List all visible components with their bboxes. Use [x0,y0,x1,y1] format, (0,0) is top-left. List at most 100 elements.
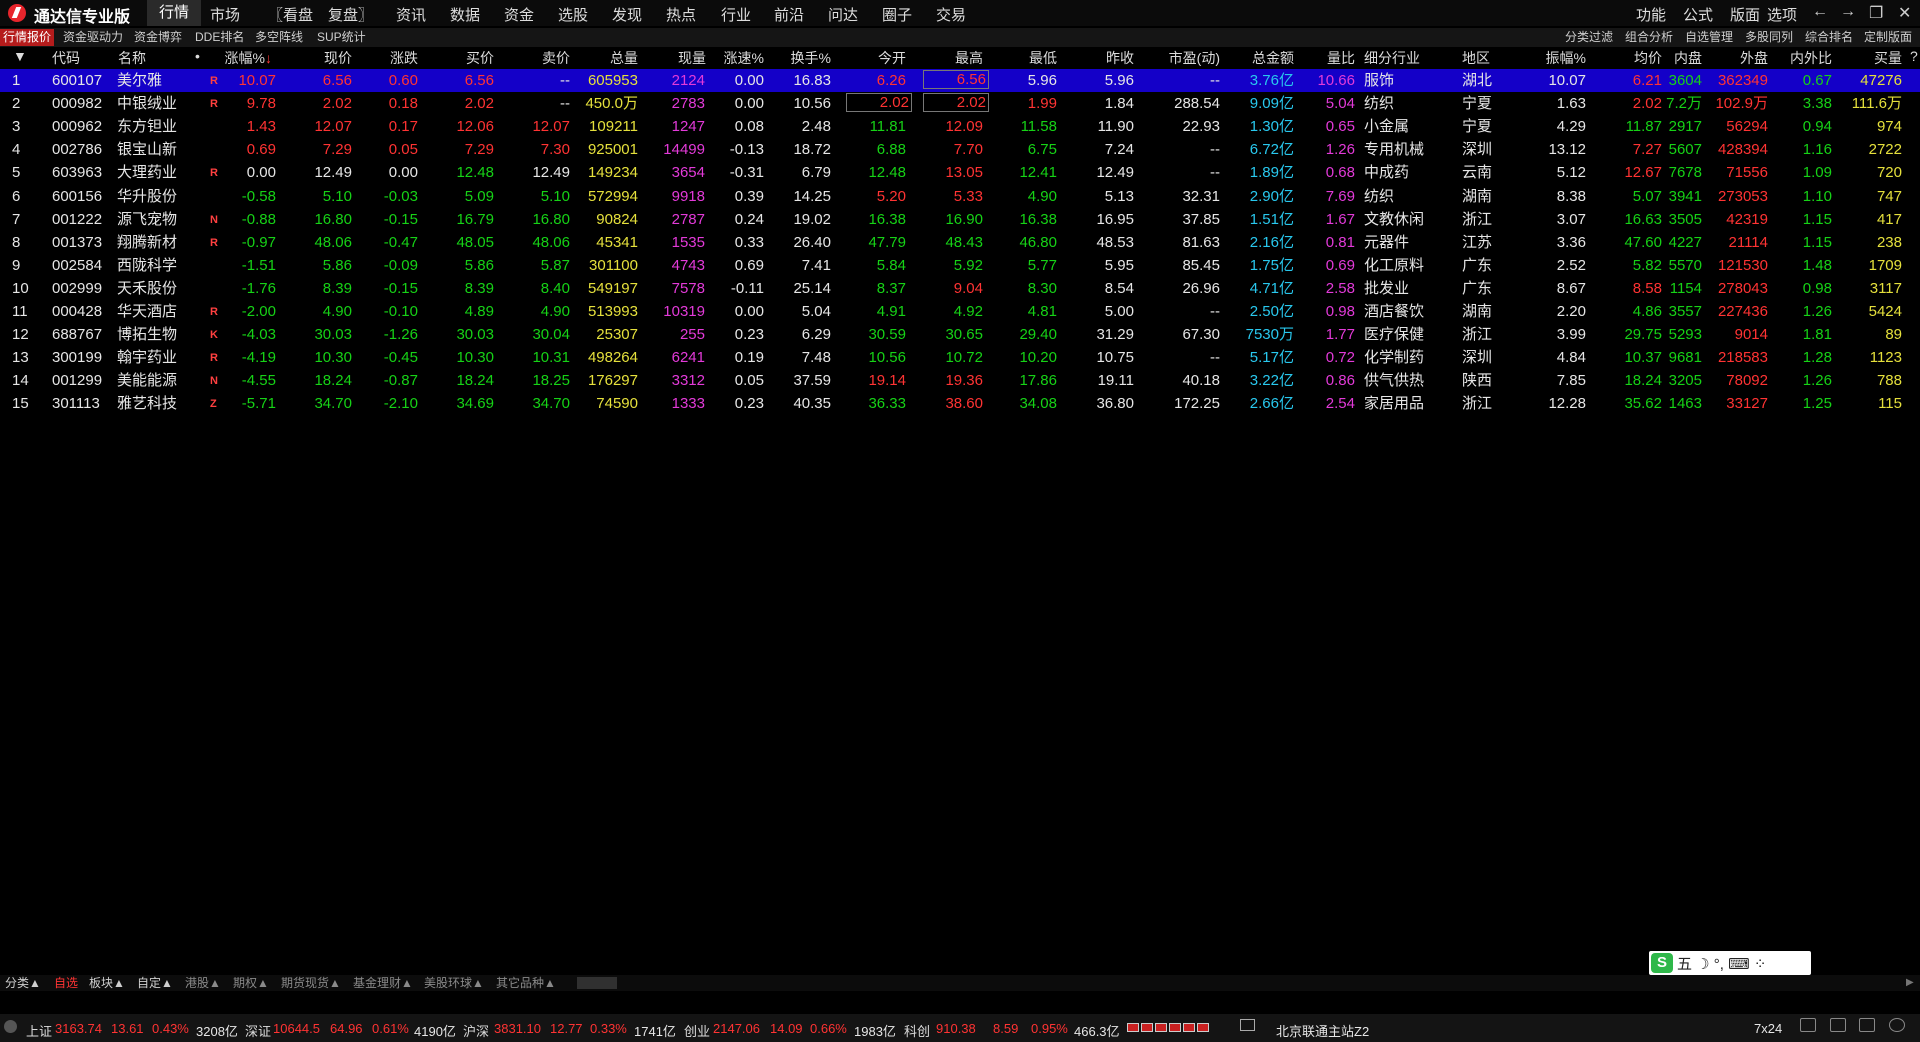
connection-icon[interactable] [1240,1019,1255,1031]
message-icon[interactable] [1800,1018,1816,1032]
menu-discover[interactable]: 发现 [612,4,642,25]
menu-replay[interactable]: 复盘〗 [328,4,373,25]
server-name[interactable]: 北京联通主站Z2 [1276,1021,1369,1040]
header-region[interactable]: 地区 [1462,48,1490,68]
header-speed[interactable]: 涨速% [700,48,764,68]
mute-icon[interactable] [1859,1018,1875,1032]
header-name[interactable]: 名称 [118,48,146,68]
menu-hot[interactable]: 热点 [666,4,696,25]
sh-index-value[interactable]: 3163.74 [55,1021,102,1036]
kc-index-value[interactable]: 910.38 [936,1021,976,1036]
header-amount[interactable]: 总金额 [1224,48,1294,68]
table-row[interactable]: 9 002584 西陇科学 -1.51 5.86 -0.09 5.86 5.87 301100 4… [0,254,1920,277]
cat-funds[interactable]: 基金理财▲ [353,975,413,991]
cat-classify[interactable]: 分类▲ [5,975,41,991]
header-prev-close[interactable]: 昨收 [1074,48,1134,68]
table-row[interactable]: 5 603963 大理药业 0.00 12.49 0.00 12.48 12.49 149234… [0,161,1920,184]
settings-icon[interactable] [4,1020,17,1033]
cy-index-value[interactable]: 2147.06 [713,1021,760,1036]
table-row[interactable]: 12 688767 博拓生物 -4.03 30.03 -1.26 30.03 30.04 253… [0,323,1920,346]
header-pe[interactable]: 市盈(动) [1148,48,1220,68]
power-icon[interactable] [1889,1018,1905,1032]
ime-toolbar[interactable]: S 五 ☽ °, ⌨ ⁘ [1649,951,1811,975]
header-open[interactable]: 今开 [846,48,906,68]
cat-watchlist[interactable]: 自选 [54,975,78,991]
tab-sup-stats[interactable]: SUP统计 [314,29,369,46]
tab-category-filter[interactable]: 分类过滤 [1565,29,1613,46]
menu-trade[interactable]: 交易 [936,4,966,25]
menu-data[interactable]: 数据 [450,4,480,25]
header-bid[interactable]: 买价 [436,48,494,68]
header-sort-toggle[interactable]: ▼ [13,48,27,64]
menu-stock-picker[interactable]: 选股 [558,4,588,25]
forward-arrow-icon[interactable]: → [1840,3,1856,21]
cat-other[interactable]: 其它品种▲ [496,975,556,991]
table-row[interactable]: 1 600107 美尔雅 10.07 6.56 0.60 6.56 -- 605953 2124 0… [0,69,1920,92]
header-high[interactable]: 最高 [923,48,983,68]
tab-capital-game[interactable]: 资金博弈 [131,29,185,46]
table-row[interactable]: 6 600156 华升股份 -0.58 5.10 -0.03 5.09 5.10 572994 9… [0,185,1920,208]
hs-index-value[interactable]: 3831.10 [494,1021,541,1036]
table-row[interactable]: 3 000962 东方钽业 1.43 12.07 0.17 12.06 12.07 109211… [0,115,1920,138]
header-inner[interactable]: 内盘 [1652,48,1702,68]
table-row[interactable]: 13 300199 翰宇药业 -4.19 10.30 -0.45 10.30 10.31 498… [0,346,1920,369]
menu-circle[interactable]: 圈子 [882,4,912,25]
cat-options[interactable]: 期权▲ [233,975,269,991]
header-ask[interactable]: 卖价 [512,48,570,68]
header-price[interactable]: 现价 [290,48,352,68]
table-row[interactable]: 4 002786 银宝山新 0.69 7.29 0.05 7.29 7.30 925001 144… [0,138,1920,161]
menu-ask[interactable]: 问达 [828,4,858,25]
close-window-icon[interactable]: ✕ [1898,3,1911,23]
header-turnover[interactable]: 换手% [766,48,831,68]
scroll-right-icon[interactable]: ▶ [1906,977,1914,988]
menu-layout[interactable]: 版面 [1730,4,1760,25]
cat-hk-stocks[interactable]: 港股▲ [185,975,221,991]
sz-index-value[interactable]: 10644.5 [273,1021,320,1036]
tab-long-short[interactable]: 多空阵线 [252,29,306,46]
menu-funds[interactable]: 资金 [504,4,534,25]
header-outer[interactable]: 外盘 [1712,48,1768,68]
table-row[interactable]: 14 001299 美能能源 -4.55 18.24 -0.87 18.24 18.25 176… [0,369,1920,392]
header-volume-ratio[interactable]: 量比 [1300,48,1355,68]
header-inner-outer-ratio[interactable]: 内外比 [1770,48,1832,68]
menu-watch[interactable]: 〖看盘 [268,4,313,25]
tab-watchlist-manager[interactable]: 自选管理 [1685,29,1733,46]
header-pct[interactable]: 涨幅%↓ [212,48,272,68]
tab-multi-stock[interactable]: 多股同列 [1745,29,1793,46]
table-row[interactable]: 2 000982 中银绒业 9.78 2.02 0.18 2.02 -- 450.0万 2783 0… [0,92,1920,115]
header-code[interactable]: 代码 [52,48,80,68]
header-help[interactable]: ? [1910,48,1918,64]
category-scrollbar[interactable] [577,977,617,989]
menu-options[interactable]: 选项 [1767,4,1797,25]
menu-quotes[interactable]: 行情 [147,0,202,26]
header-volume[interactable]: 总量 [580,48,638,68]
table-row[interactable]: 7 001222 源飞宠物 -0.88 16.80 -0.15 16.79 16.80 9082… [0,208,1920,231]
tab-capital-driver[interactable]: 资金驱动力 [60,29,126,46]
header-current-volume[interactable]: 现量 [648,48,706,68]
menu-market[interactable]: 市场 [210,4,240,25]
tab-dde-ranking[interactable]: DDE排名 [192,29,247,46]
cat-sector[interactable]: 板块▲ [89,975,125,991]
cat-us-global[interactable]: 美股环球▲ [424,975,484,991]
menu-industry[interactable]: 行业 [721,4,751,25]
menu-news[interactable]: 资讯 [396,4,426,25]
back-arrow-icon[interactable]: ← [1812,3,1828,21]
tab-portfolio-analysis[interactable]: 组合分析 [1625,29,1673,46]
chat-icon[interactable] [1830,1018,1846,1032]
cat-custom[interactable]: 自定▲ [137,975,173,991]
table-row[interactable]: 15 301113 雅艺科技 -5.71 34.70 -2.10 34.69 34.70 745… [0,392,1920,415]
menu-function[interactable]: 功能 [1636,4,1666,25]
tab-custom-layout[interactable]: 定制版面 [1864,29,1912,46]
table-row[interactable]: 8 001373 翔腾新材 -0.97 48.06 -0.47 48.05 48.06 4534… [0,231,1920,254]
header-change[interactable]: 涨跌 [360,48,418,68]
header-industry[interactable]: 细分行业 [1364,48,1420,68]
restore-window-icon[interactable]: ❐ [1869,3,1883,23]
header-bid-volume[interactable]: 买量 [1840,48,1902,68]
table-row[interactable]: 11 000428 华天酒店 -2.00 4.90 -0.10 4.89 4.90 513993… [0,300,1920,323]
sogou-ime-icon[interactable]: S [1651,953,1673,973]
header-low[interactable]: 最低 [997,48,1057,68]
session-mode[interactable]: 7x24 [1754,1021,1782,1036]
header-amplitude[interactable]: 振幅% [1520,48,1586,68]
menu-formula[interactable]: 公式 [1683,4,1713,25]
menu-frontier[interactable]: 前沿 [774,4,804,25]
